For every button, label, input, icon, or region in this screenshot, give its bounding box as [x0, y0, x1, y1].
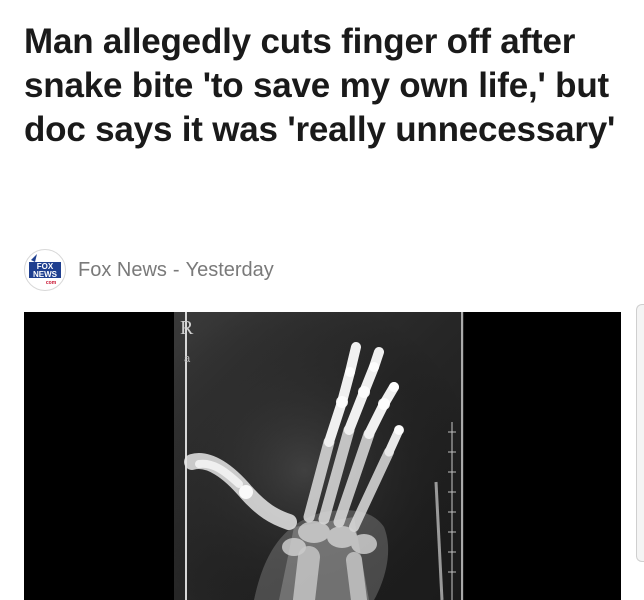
svg-text:com: com	[46, 280, 57, 286]
xray-marker-r: R	[180, 317, 194, 339]
publish-time: Yesterday	[185, 258, 274, 281]
source-row[interactable]: FOX NEWS com Fox News - Yesterday	[24, 249, 274, 291]
meta-separator: -	[172, 258, 180, 281]
article-card: Man allegedly cuts finger off after snak…	[0, 0, 644, 600]
side-scroll-indicator[interactable]	[636, 304, 644, 562]
source-meta: Fox News - Yesterday	[78, 259, 274, 282]
source-name[interactable]: Fox News	[78, 259, 167, 282]
article-headline[interactable]: Man allegedly cuts finger off after snak…	[24, 20, 624, 152]
article-image[interactable]: R a	[24, 312, 621, 600]
xray-marker-a: a	[184, 353, 191, 365]
xray-hand-icon: R a	[174, 312, 464, 600]
svg-text:NEWS: NEWS	[33, 270, 58, 279]
fox-news-logo-icon: FOX NEWS com	[24, 249, 66, 291]
